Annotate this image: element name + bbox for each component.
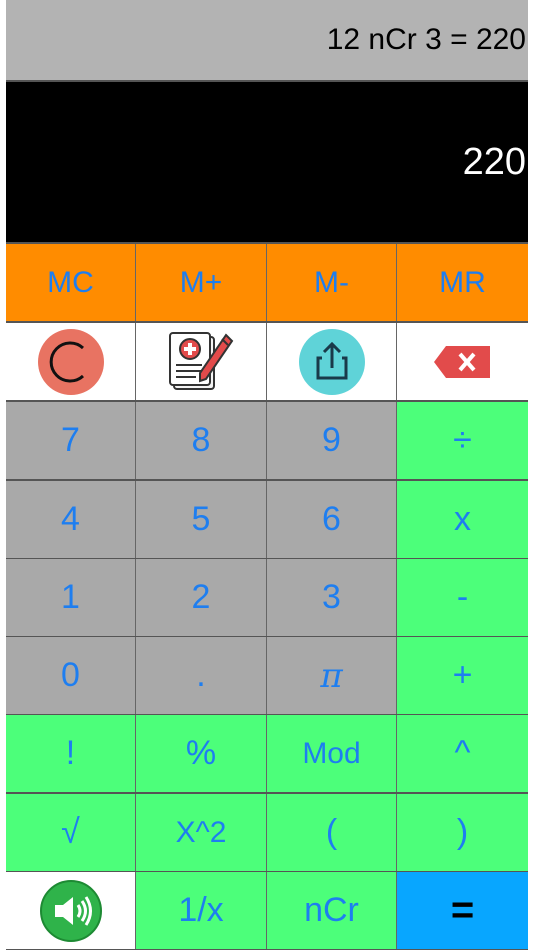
keypad-row-5: ! % Mod ^ [6,715,528,792]
share-button[interactable] [267,323,397,400]
modulo-button[interactable]: Mod [267,715,397,792]
notes-document-icon [169,331,234,390]
memory-add-button[interactable]: M+ [136,244,267,321]
digit-6-button[interactable]: 6 [267,481,397,558]
digit-9-button[interactable]: 9 [267,402,397,479]
ncr-button[interactable]: nCr [267,872,397,949]
close-paren-button[interactable]: ) [397,794,528,871]
divide-button[interactable]: ÷ [397,402,528,479]
memory-recall-button[interactable]: MR [397,244,528,321]
digit-4-button[interactable]: 4 [6,481,136,558]
subtract-button[interactable]: - [397,559,528,636]
tools-row [6,323,528,400]
factorial-button[interactable]: ! [6,715,136,792]
square-button[interactable]: X^2 [136,794,267,871]
calculator-app: 12 nCr 3 = 220 220 MC M+ M- MR 7 8 9 ÷ 4… [6,0,528,950]
memory-row: MC M+ M- MR [6,244,528,321]
digit-5-button[interactable]: 5 [136,481,267,558]
keypad-row-2: 4 5 6 x [6,481,528,558]
result-display: 220 [6,82,528,242]
speaker-sound-icon [39,879,102,942]
reciprocal-button[interactable]: 1/x [136,872,267,949]
keypad-row-4: 0 . π + [6,637,528,714]
digit-7-button[interactable]: 7 [6,402,136,479]
percent-button[interactable]: % [136,715,267,792]
square-root-button[interactable]: √ [6,794,136,871]
decimal-point-button[interactable]: . [136,637,267,714]
digit-2-button[interactable]: 2 [136,559,267,636]
digit-1-button[interactable]: 1 [6,559,136,636]
keypad-row-7: 1/x nCr = [6,872,528,949]
clear-button[interactable] [6,323,136,400]
multiply-button[interactable]: x [397,481,528,558]
expression-display: 12 nCr 3 = 220 [6,0,528,80]
sound-toggle-button[interactable] [6,872,136,949]
keypad-row-1: 7 8 9 ÷ [6,402,528,479]
keypad-row-6: √ X^2 ( ) [6,794,528,871]
digit-8-button[interactable]: 8 [136,402,267,479]
memory-clear-button[interactable]: MC [6,244,136,321]
equals-button[interactable]: = [397,872,528,949]
power-button[interactable]: ^ [397,715,528,792]
keypad-row-3: 1 2 3 - [6,559,528,636]
digit-3-button[interactable]: 3 [267,559,397,636]
digit-0-button[interactable]: 0 [6,637,136,714]
backspace-x-icon [433,345,490,378]
add-button[interactable]: + [397,637,528,714]
pi-button[interactable]: π [267,637,397,714]
clear-c-icon [37,328,104,395]
backspace-button[interactable] [397,323,528,400]
memory-subtract-button[interactable]: M- [267,244,397,321]
history-button[interactable] [136,323,267,400]
share-upload-icon [298,328,365,395]
open-paren-button[interactable]: ( [267,794,397,871]
